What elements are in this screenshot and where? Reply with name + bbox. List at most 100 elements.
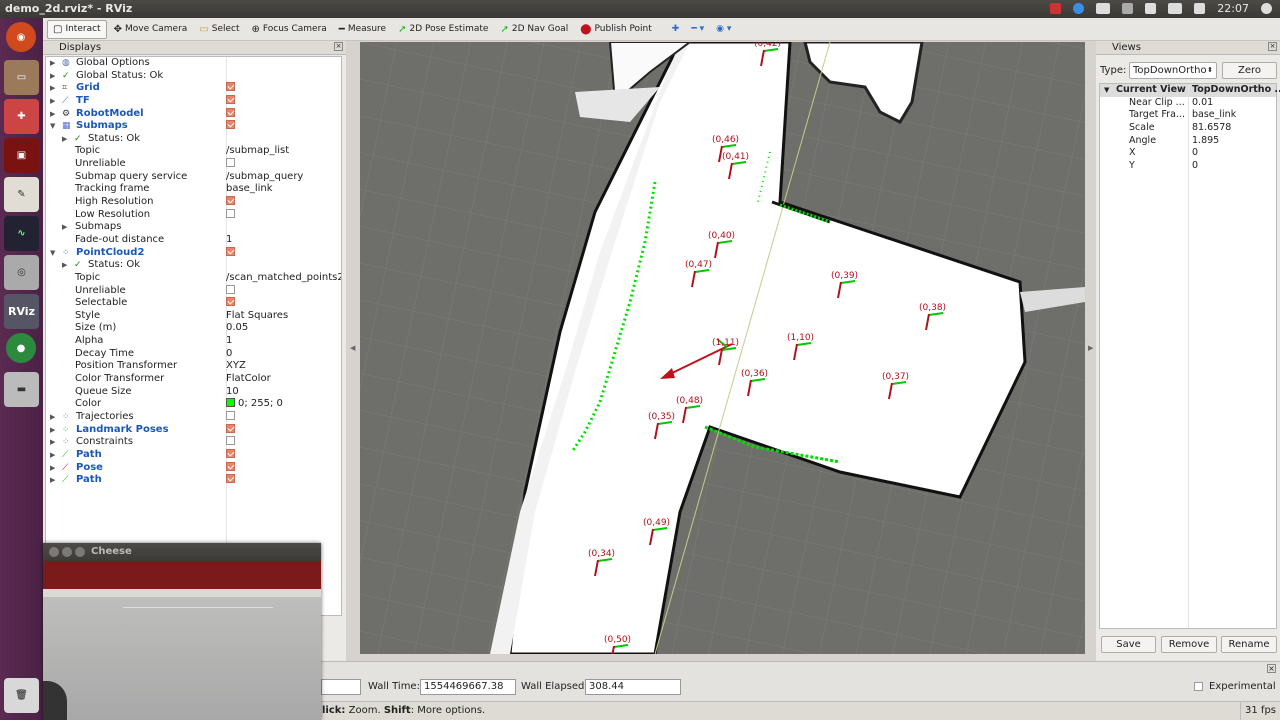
display-checkbox[interactable] xyxy=(226,284,235,294)
expand-right-icon[interactable]: ▶ xyxy=(50,474,55,487)
system-monitor-icon[interactable]: ∿ xyxy=(4,216,39,251)
display-row[interactable]: ▶ ⁘ Landmark Poses xyxy=(46,423,341,437)
display-row[interactable]: ▶ ✓ Status: Ok xyxy=(46,259,341,272)
display-value[interactable]: /submap_list xyxy=(226,145,289,158)
close-icon[interactable] xyxy=(49,547,59,557)
display-value[interactable] xyxy=(226,208,235,222)
close-icon[interactable]: × xyxy=(334,42,343,51)
display-row[interactable]: Size (m) 0.05 xyxy=(46,322,341,335)
expand-down-icon[interactable]: ▼ xyxy=(50,247,55,260)
expand-right-icon[interactable]: ▶ xyxy=(50,95,55,108)
display-row[interactable]: ▶ ⁘ Constraints xyxy=(46,436,341,449)
display-row[interactable]: High Resolution xyxy=(46,196,341,209)
display-row[interactable]: ▶ ✓ Status: Ok xyxy=(46,133,341,146)
display-value[interactable] xyxy=(226,120,235,133)
display-checkbox[interactable] xyxy=(226,158,235,168)
view-type-select[interactable]: TopDownOrtho ⬍ xyxy=(1129,62,1217,79)
expand-right-icon[interactable]: ▶ xyxy=(50,411,55,424)
display-value[interactable] xyxy=(226,448,235,462)
wall-elapsed-field[interactable]: 308.44 xyxy=(585,679,681,695)
remove-tool-icon[interactable]: ━ ▾ xyxy=(686,20,709,39)
display-row[interactable]: Low Resolution xyxy=(46,208,341,222)
add-tool-icon[interactable]: ✚ xyxy=(667,20,685,39)
expand-right-icon[interactable]: ▶ xyxy=(50,70,55,83)
display-value[interactable] xyxy=(226,107,235,121)
record-icon[interactable] xyxy=(1050,3,1062,14)
display-value[interactable]: 10 xyxy=(226,386,239,399)
close-icon[interactable]: × xyxy=(1267,664,1276,673)
terminal-icon[interactable]: ▣ xyxy=(4,138,39,173)
color-swatch[interactable] xyxy=(226,398,235,408)
display-row[interactable]: ▶ ⟋ TF xyxy=(46,94,341,108)
display-checkbox[interactable] xyxy=(226,423,235,433)
left-collapse-icon[interactable]: ◀ xyxy=(350,344,355,352)
display-checkbox[interactable] xyxy=(226,107,235,117)
display-value[interactable] xyxy=(226,284,235,298)
drive-icon[interactable]: ▬ xyxy=(4,372,39,407)
expand-right-icon[interactable]: ▶ xyxy=(50,436,55,449)
display-row[interactable]: Color 0; 255; 0 xyxy=(46,398,341,411)
display-checkbox[interactable] xyxy=(226,94,235,104)
display-value[interactable]: Flat Squares xyxy=(226,310,288,323)
battery-icon[interactable] xyxy=(1168,3,1183,14)
display-row[interactable]: Style Flat Squares xyxy=(46,310,341,323)
display-checkbox[interactable] xyxy=(226,82,235,92)
tool-properties-icon[interactable]: ◉ ▾ xyxy=(711,20,736,39)
trash-icon[interactable]: 🗑 xyxy=(4,678,39,713)
display-value[interactable] xyxy=(226,94,235,108)
expand-arrow-icon[interactable]: ▼ xyxy=(1104,84,1109,97)
display-row[interactable]: Fade-out distance 1 xyxy=(46,234,341,247)
display-row[interactable]: Topic/submap_list xyxy=(46,145,341,158)
tool-select[interactable]: ▭ Select xyxy=(194,20,244,39)
display-row[interactable]: ▼ ⁘ PointCloud2 xyxy=(46,246,341,260)
view-property-value[interactable]: base_link xyxy=(1192,109,1236,122)
text-editor-icon[interactable]: ✎ xyxy=(4,177,39,212)
wifi-icon[interactable] xyxy=(1122,3,1134,14)
view-property-value[interactable]: 81.6578 xyxy=(1192,122,1231,135)
display-value[interactable] xyxy=(226,461,235,475)
display-checkbox[interactable] xyxy=(226,120,235,130)
map-canvas[interactable]: (0,42) (0,46) (0,41) (0,40) (0,47) (0,39) (0,3… xyxy=(360,42,1085,654)
display-value[interactable] xyxy=(226,423,235,437)
view-property-value[interactable]: 1.895 xyxy=(1192,135,1219,148)
experimental-checkbox[interactable] xyxy=(1194,682,1203,691)
display-row[interactable]: ▶ ⌗ Grid xyxy=(46,82,341,95)
display-row[interactable]: Alpha 1 xyxy=(46,335,341,348)
display-row[interactable]: ▶ Submaps xyxy=(46,221,341,234)
display-checkbox[interactable] xyxy=(226,208,235,218)
display-row[interactable]: Unreliable xyxy=(46,158,341,171)
bluetooth-icon[interactable] xyxy=(1145,3,1157,14)
display-row[interactable]: Selectable xyxy=(46,297,341,310)
display-value[interactable] xyxy=(226,246,235,260)
expand-right-icon[interactable]: ▶ xyxy=(50,108,55,121)
ubuntu-home-icon[interactable]: ◉ xyxy=(6,22,36,52)
wall-time-field[interactable]: 1554469667.38 xyxy=(420,679,516,695)
display-row[interactable]: Position Transformer XYZ xyxy=(46,360,341,373)
display-row[interactable]: Submap query service/submap_query xyxy=(46,171,341,184)
maximize-icon[interactable] xyxy=(75,547,85,557)
display-value[interactable]: /scan_matched_points2 xyxy=(226,272,341,285)
display-value[interactable]: 1 xyxy=(226,335,232,348)
tool-interact[interactable]: ▢ Interact xyxy=(47,19,107,39)
settings-icon[interactable]: ✚ xyxy=(4,99,39,134)
display-row[interactable]: ▶ ⟋ Pose xyxy=(46,461,341,475)
minimize-icon[interactable] xyxy=(62,547,72,557)
display-value[interactable] xyxy=(226,474,235,487)
display-checkbox[interactable] xyxy=(226,246,235,256)
display-row[interactable]: ▶ ⁘ Trajectories xyxy=(46,410,341,424)
display-value[interactable]: XYZ xyxy=(226,360,246,373)
right-collapse-icon[interactable]: ▶ xyxy=(1088,344,1093,352)
display-row[interactable]: ▶ ◍ Global Options xyxy=(46,57,341,70)
display-checkbox[interactable] xyxy=(226,297,235,307)
expand-right-icon[interactable]: ▶ xyxy=(50,424,55,437)
rviz-icon[interactable]: RViz xyxy=(4,294,39,329)
render-viewport[interactable]: (0,42) (0,46) (0,41) (0,40) (0,47) (0,39) (0,3… xyxy=(360,42,1085,654)
display-row[interactable]: Topic/scan_matched_points2 xyxy=(46,272,341,285)
expand-down-icon[interactable]: ▼ xyxy=(50,120,55,133)
display-value[interactable]: /submap_query xyxy=(226,171,303,184)
expand-right-icon[interactable]: ▶ xyxy=(50,82,55,95)
display-value[interactable]: base_link xyxy=(226,183,273,196)
view-property-value[interactable]: 0.01 xyxy=(1192,97,1213,110)
rename-view-button[interactable]: Rename xyxy=(1221,636,1277,653)
display-value[interactable]: 0.05 xyxy=(226,322,248,335)
